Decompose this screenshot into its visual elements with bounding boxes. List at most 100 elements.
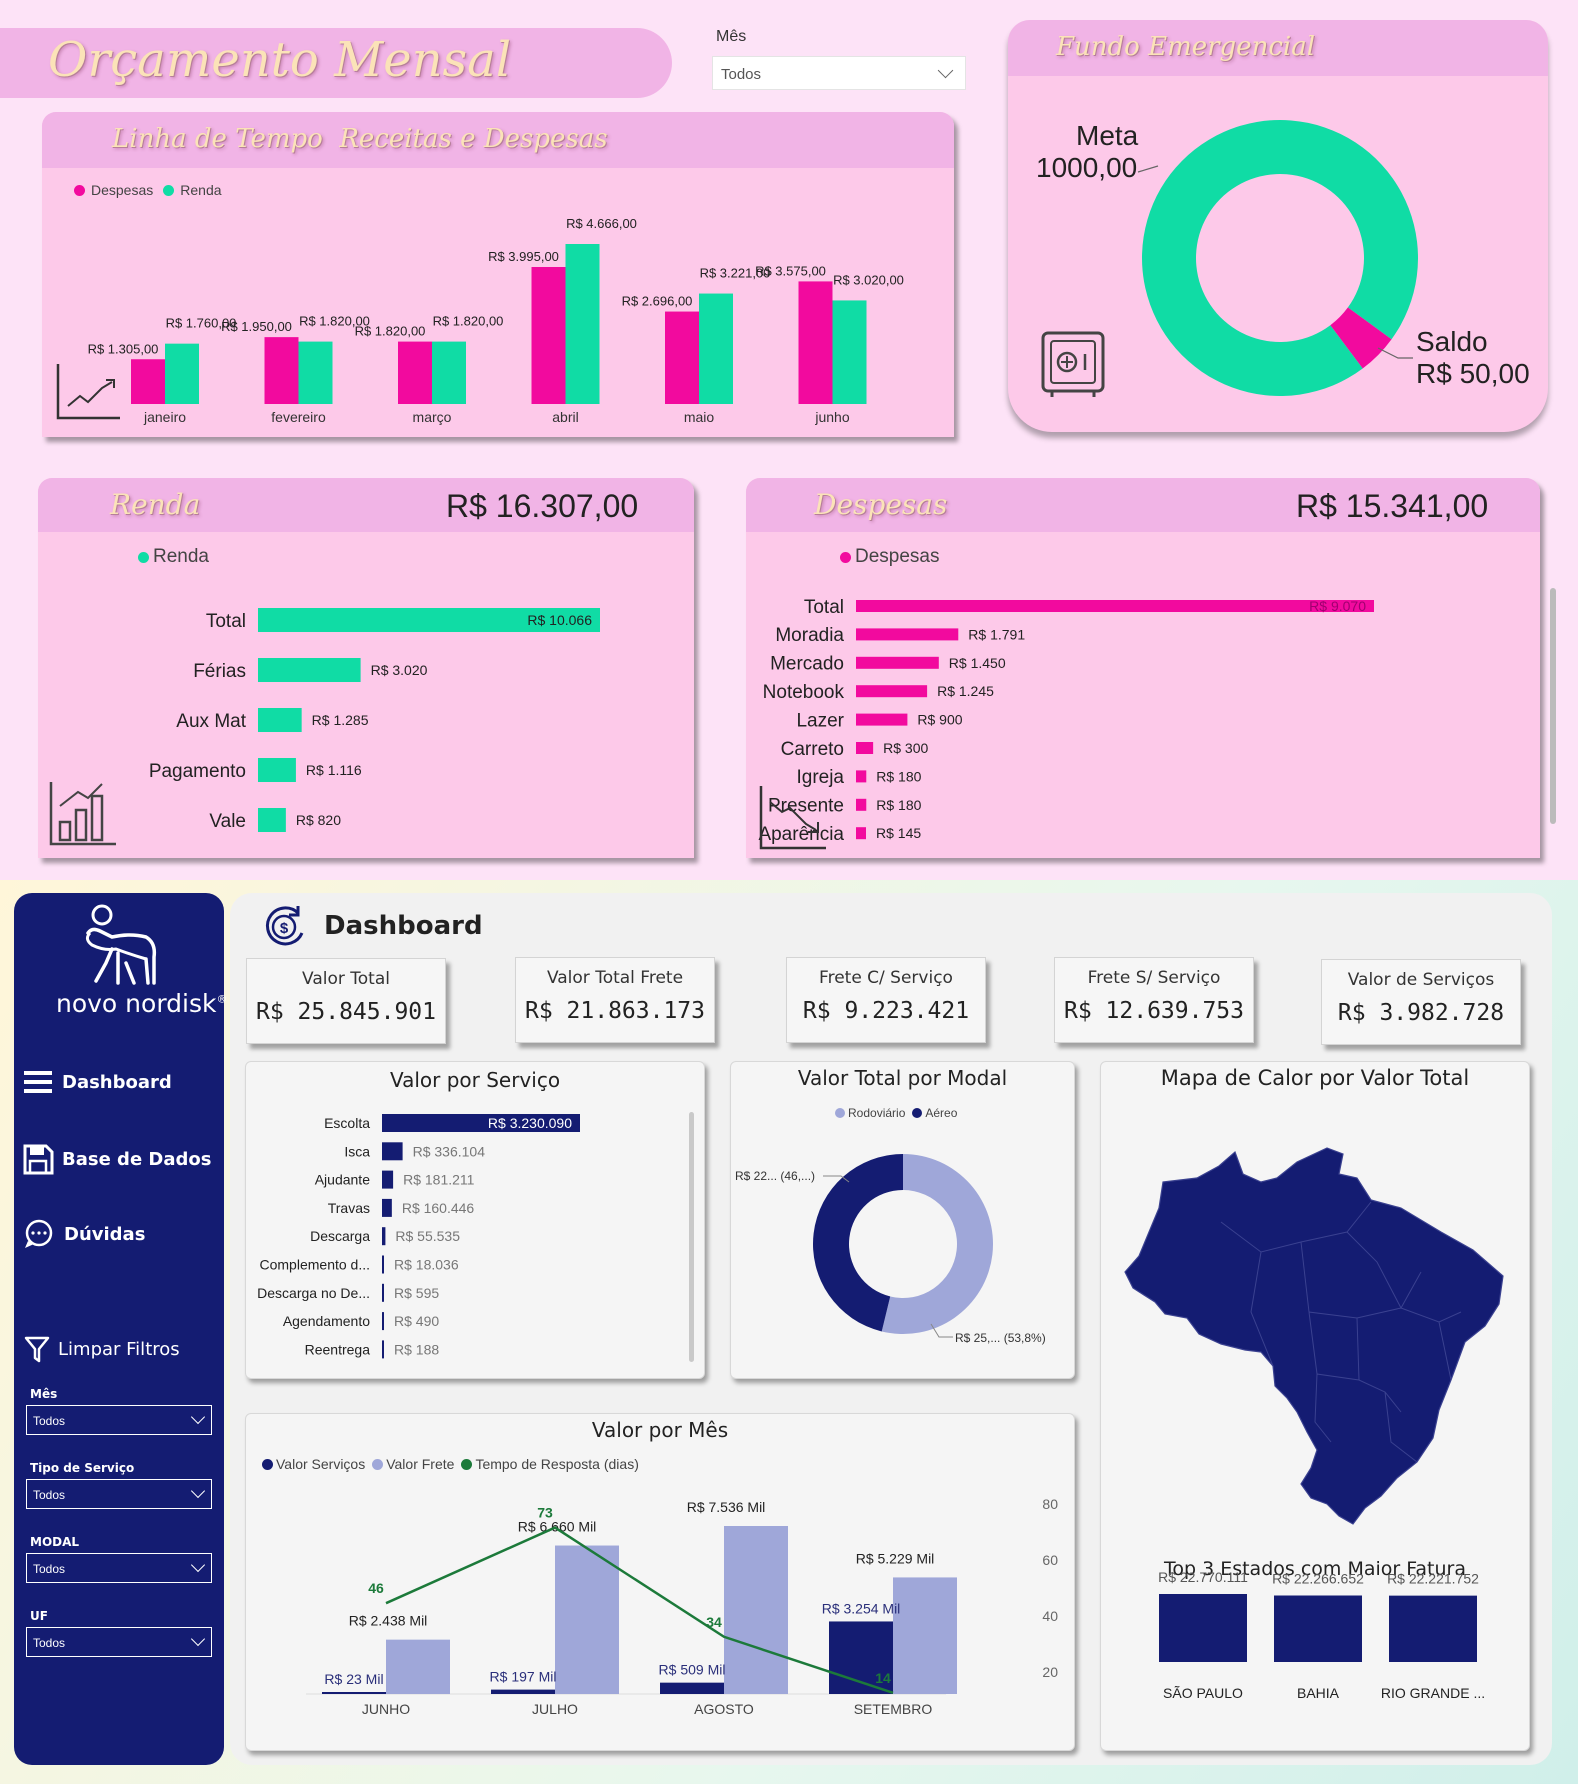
y2-tick-label: 40 [1042,1608,1058,1624]
dashboard-title: Dashboard [324,911,483,941]
data-label: R$ 181.211 [403,1172,475,1188]
meta-value: 1000,00 [1036,152,1138,183]
filter-icon [24,1336,50,1363]
bar-frete [555,1545,619,1694]
category-label: Férias [193,661,246,682]
data-label-tempo: 34 [706,1614,722,1630]
filter-modal-select[interactable]: Todos [26,1553,212,1583]
x-tick-label: abril [552,409,578,425]
data-label-frete: R$ 7.536 Mil [687,1499,766,1515]
mes-card: Valor por Mês Valor Serviços Valor Frete… [245,1413,1075,1751]
data-label: R$ 160.446 [402,1200,475,1216]
month-filter-select[interactable]: Todos [712,56,966,90]
kpi-value: R$ 21.863.173 [524,998,705,1024]
emergency-fund-card: Fundo Emergencial Meta 1000,00 Saldo R$ … [1008,20,1548,432]
bar [258,758,296,782]
mes-combo-chart: R$ 23 Mil R$ 2.438 Mil JUNHO R$ 197 Mil R$ 6… [306,1496,1058,1717]
meta-label: Meta [1076,120,1139,151]
renda-card: Renda R$ 16.307,00 Renda Total R$ 10.066 F… [38,478,694,858]
filter-tipo-select[interactable]: Todos [26,1479,212,1509]
data-label: R$ 490 [394,1313,439,1329]
category-label: Escolta [324,1115,370,1131]
category-label: Pagamento [149,761,246,782]
trend-down-icon [759,786,826,850]
dollar-cycle-icon: $ [265,906,304,946]
chevron-down-icon [190,1631,206,1647]
nav-base-de-dados-label: Base de Dados [62,1148,212,1170]
data-label-servicos: R$ 23 Mil [324,1671,383,1687]
filter-mes-select[interactable]: Todos [26,1405,212,1435]
x-tick-label: AGOSTO [694,1701,754,1717]
data-label: R$ 3.020 [371,662,428,678]
filter-tipo-value: Todos [33,1488,66,1502]
bar [382,1283,384,1302]
bar-frete [724,1526,788,1694]
data-label-despesas: R$ 3.995,00 [488,249,559,264]
nav-duvidas-label: Dúvidas [64,1223,146,1245]
nav-base-de-dados[interactable]: Base de Dados [22,1143,211,1175]
state-name-label: BAHIA [1297,1685,1340,1701]
bar [382,1170,394,1189]
x-tick-label: fevereiro [271,409,326,425]
safe-icon [1041,331,1105,397]
saldo-label: Saldo [1416,326,1488,357]
bar-despesas [398,341,432,404]
data-label: R$ 180 [876,797,921,813]
brand-text: novo nordisk [56,989,217,1018]
chevron-down-icon [190,1409,206,1425]
month-filter-value: Todos [721,66,762,83]
filter-uf-select[interactable]: Todos [26,1627,212,1657]
bar [258,708,302,732]
category-label: Vale [209,811,246,832]
data-label: R$ 1.285 [312,712,369,728]
title-banner: Orçamento Mensal [0,28,672,98]
data-label-renda: R$ 1.820,00 [433,314,504,329]
data-label: R$ 10.066 [527,612,592,628]
data-label-despesas: R$ 2.696,00 [622,294,693,309]
data-label-tempo: 14 [875,1670,891,1686]
brand-name: novo nordisk® [56,989,227,1018]
save-icon [23,1144,54,1175]
svg-text:$: $ [280,920,289,937]
category-label: Mercado [770,654,844,675]
bar [382,1142,403,1161]
servico-scrollbar[interactable] [689,1112,694,1362]
data-label: R$ 595 [394,1285,439,1301]
data-label: R$ 18.036 [394,1257,459,1273]
state-bar [1274,1595,1362,1662]
renda-bar-chart: Total R$ 10.066 Férias R$ 3.020 Aux Mat R$ 1.… [149,608,600,832]
filter-tipo-label: Tipo de Serviço [30,1461,135,1475]
despesas-card: Despesas R$ 15.341,00 Despesas Total R$ 9… [746,478,1540,858]
clear-filters-button[interactable]: Limpar Filtros [24,1335,180,1363]
nav-dashboard[interactable]: Dashboard [22,1069,172,1095]
data-label-renda: R$ 4.666,00 [566,216,637,231]
top3-bar-chart: R$ 22.770.111 SÃO PAULO R$ 22.266.652 BAHIA… [1158,1569,1485,1701]
bar-despesas [131,359,165,404]
menu-icon [24,1071,52,1093]
bar-frete [386,1639,450,1694]
chevron-down-icon [190,1483,206,1499]
x-tick-label: JULHO [532,1701,578,1717]
category-label: Descarga no De... [257,1285,370,1301]
data-label-frete: R$ 5.229 Mil [856,1550,935,1566]
vertical-scrollbar[interactable] [1550,588,1556,824]
data-label-aereo: R$ 22... (46,...) [735,1169,815,1183]
trend-up-icon [56,364,120,420]
leader-line-meta [1137,165,1159,173]
y2-tick-label: 80 [1042,1496,1058,1512]
kpi-value: R$ 9.223.421 [802,998,970,1024]
bar [856,600,1374,612]
bar-despesas [264,337,299,404]
data-label: R$ 3.230.090 [488,1115,572,1131]
data-label: R$ 1.450 [949,655,1006,671]
x-tick-label: janeiro [143,409,186,425]
registered-mark: ® [216,992,228,1006]
data-label: R$ 900 [917,712,962,728]
category-label: Lazer [796,710,844,731]
kpi-title: Valor de Serviços [1347,970,1495,990]
nav-duvidas[interactable]: Dúvidas [22,1219,145,1249]
data-label: R$ 1.791 [968,626,1025,642]
bar-despesas [798,281,833,404]
kpi-title: Frete C/ Serviço [819,968,953,988]
data-label-tempo: 46 [368,1580,384,1596]
